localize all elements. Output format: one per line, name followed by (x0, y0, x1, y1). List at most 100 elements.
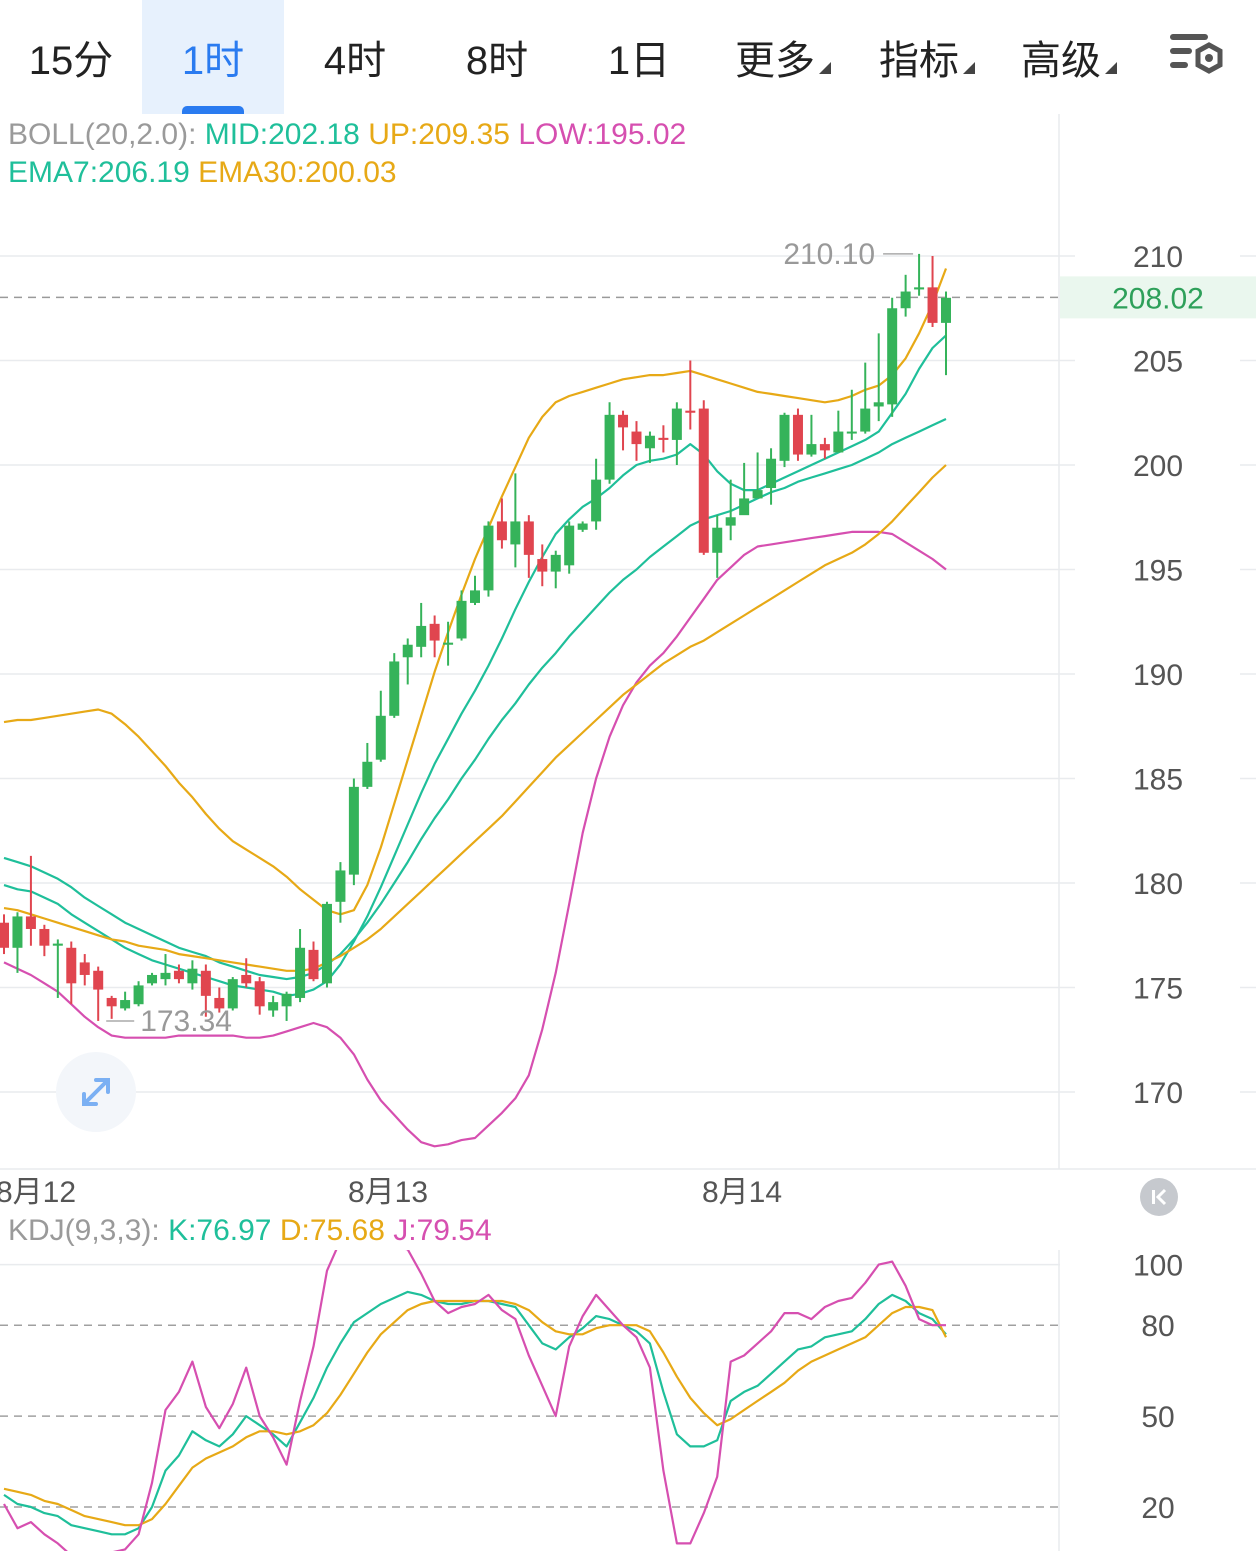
candle (658, 425, 669, 453)
candle-body (106, 997, 117, 1007)
candle-body (591, 479, 602, 522)
y-tick-label: 210 (1133, 241, 1183, 274)
candle (766, 448, 777, 505)
skip-back-icon (1152, 1188, 1167, 1206)
candle-body (254, 981, 265, 1007)
candle (792, 408, 803, 461)
y-tick-label: 205 (1133, 346, 1183, 379)
candle-body (39, 928, 50, 946)
tab-label: 1日 (607, 39, 671, 83)
candle-body (846, 431, 857, 434)
candle-body (833, 431, 844, 453)
y-tick-label: 200 (1133, 450, 1183, 483)
candle (483, 521, 494, 597)
expand-chart-button[interactable] (56, 1052, 136, 1132)
kdj-chart[interactable]: 100 80 50 20 (0, 1250, 1256, 1551)
price-chart[interactable]: 210 205 200 195 190 185 180 175 170 8月12 8月13 8月14 2… (0, 114, 1256, 1214)
kdj-legend-j: J:79.54 (393, 1214, 492, 1247)
candle (806, 414, 817, 457)
candle-body (12, 916, 23, 948)
candle (927, 256, 938, 328)
kdj-legend-name: KDJ(9,3,3): (8, 1214, 160, 1247)
series-line-low (3, 530, 947, 1148)
candle (819, 437, 830, 459)
scroll-to-latest-button[interactable] (1140, 1178, 1178, 1216)
tab-4[interactable]: 1日 (568, 0, 710, 114)
x-tick-label: 8月14 (702, 1176, 782, 1209)
kdj-line-j (3, 1250, 946, 1551)
candle (698, 400, 709, 555)
tab-7[interactable]: 高级 (998, 0, 1140, 114)
period-tab-bar: 15分 1时 4时 8时 1日 更多 指标 高级 (0, 0, 1256, 114)
candle (402, 638, 413, 685)
candle-body (295, 947, 306, 998)
candle (604, 402, 615, 484)
candle-body (335, 870, 346, 902)
chart-settings-icon[interactable] (1166, 30, 1226, 82)
candle-body (698, 408, 709, 553)
y-tick-label: 175 (1133, 973, 1183, 1006)
candle (39, 924, 50, 957)
candle-body (564, 525, 575, 566)
kdj-y-tick-label: 100 (1133, 1250, 1183, 1283)
candle-body (321, 903, 332, 984)
candle (941, 291, 951, 376)
candle (389, 653, 400, 718)
y-tick-label: 185 (1133, 764, 1183, 797)
candle (470, 575, 480, 606)
candle (416, 602, 427, 658)
candle-body (523, 521, 534, 555)
candle-body (779, 414, 790, 461)
candle-body (402, 644, 413, 658)
candle (295, 928, 306, 1003)
candle (618, 410, 629, 451)
kdj-line-k (3, 1290, 947, 1536)
candle (712, 515, 723, 578)
candle-body (375, 715, 386, 760)
candle-body (147, 974, 158, 984)
tab-label: 更多 (735, 39, 815, 83)
candle-body (604, 414, 615, 480)
candle (429, 615, 440, 658)
dropdown-caret-icon (819, 62, 831, 74)
y-tick-label: 180 (1133, 868, 1183, 901)
candle-body (52, 943, 63, 946)
tab-2[interactable]: 4时 (284, 0, 426, 114)
candle (133, 981, 144, 1007)
candle (631, 421, 642, 461)
candle (0, 914, 9, 955)
candle (564, 521, 575, 574)
candle-body (644, 435, 655, 449)
candle-body (160, 972, 171, 980)
candle-body (577, 523, 588, 530)
candle-body (766, 458, 777, 488)
active-tab-indicator (182, 106, 244, 114)
dropdown-caret-icon (1105, 62, 1117, 74)
candle-body (671, 408, 682, 440)
y-tick-label: 190 (1133, 659, 1183, 692)
candle (187, 960, 198, 990)
tab-5[interactable]: 更多 (712, 0, 854, 114)
candle-body (187, 968, 198, 984)
candle-body (483, 525, 494, 591)
tab-6[interactable]: 指标 (856, 0, 998, 114)
candle (12, 912, 23, 973)
candle (308, 941, 319, 982)
x-tick-label: 8月13 (348, 1176, 428, 1209)
tab-1[interactable]: 1时 (142, 0, 284, 114)
candle-body (281, 993, 292, 1007)
candle-body (0, 922, 9, 948)
x-tick-label: 8月12 (0, 1176, 76, 1209)
candle-body (241, 974, 252, 984)
high-price-label: 210.10 (783, 238, 875, 271)
y-tick-label: 195 (1133, 555, 1183, 588)
candle (106, 995, 117, 1019)
tab-0[interactable]: 15分 (0, 0, 142, 114)
kdj-legend-k: K:76.97 (168, 1214, 272, 1247)
candle (375, 690, 386, 762)
candle-body (550, 554, 561, 572)
tab-3[interactable]: 8时 (426, 0, 568, 114)
candle (833, 410, 844, 453)
candle (147, 972, 158, 986)
low-price-label: 173.34 (140, 1005, 232, 1038)
